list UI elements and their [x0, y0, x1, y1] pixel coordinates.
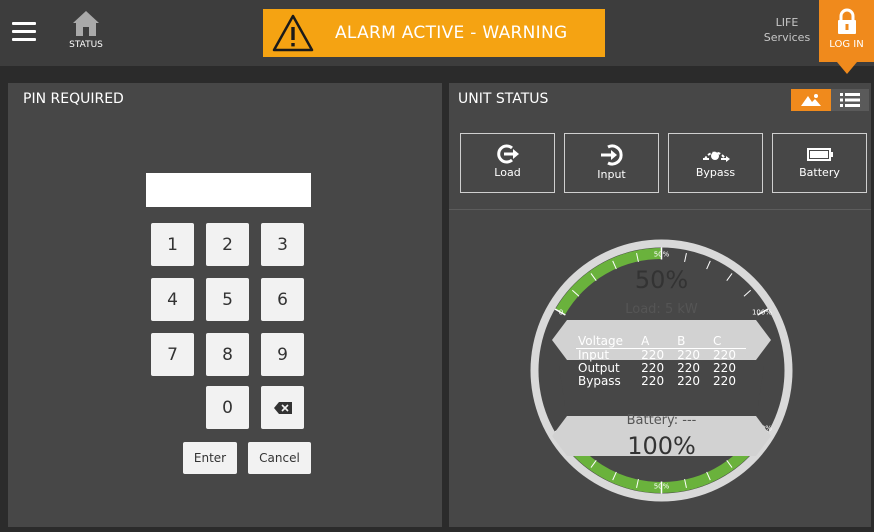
- panel-divider: [449, 209, 871, 210]
- bypass-a: 220: [641, 374, 665, 388]
- key-5[interactable]: 5: [206, 278, 249, 321]
- login-button[interactable]: LOG IN: [819, 0, 874, 74]
- table-row: Input 220 220 220: [576, 349, 746, 363]
- load-percent: 50%: [634, 266, 689, 294]
- backspace-button[interactable]: [261, 386, 304, 429]
- battery-button-label: Battery: [799, 166, 840, 179]
- battery-label: Battery: ---: [626, 413, 697, 428]
- input-button[interactable]: Input: [564, 133, 659, 193]
- pin-panel: PIN REQUIRED 1 2 3 4 5 6 7 8 9 0 Enter C…: [8, 83, 442, 527]
- services-label: Services: [763, 31, 811, 44]
- input-icon: [600, 144, 623, 166]
- key-9[interactable]: 9: [261, 333, 304, 376]
- phase-c-header: C: [710, 335, 746, 349]
- unit-status-title: UNIT STATUS: [458, 91, 549, 107]
- graphic-view-button[interactable]: [791, 89, 831, 111]
- home-icon: [73, 11, 99, 36]
- row-label-bypass: Bypass: [578, 374, 621, 388]
- input-b: 220: [677, 348, 701, 362]
- graphic-view-icon: [801, 94, 821, 106]
- input-a: 220: [641, 348, 665, 362]
- list-view-icon: [840, 93, 860, 107]
- key-7[interactable]: 7: [151, 333, 194, 376]
- battery-scale-label: 50%: [654, 483, 670, 491]
- voltage-header: Voltage: [576, 335, 639, 349]
- voltage-table-header: Voltage A B C: [576, 335, 746, 349]
- status-home-button[interactable]: STATUS: [60, 8, 112, 62]
- key-2[interactable]: 2: [206, 223, 249, 266]
- input-c: 220: [713, 348, 736, 362]
- key-4[interactable]: 4: [151, 278, 194, 321]
- battery-icon: [806, 148, 833, 161]
- load-button-label: Load: [494, 166, 521, 179]
- unit-status-panel: UNIT STATUS Load Input Bypass Battery 0 …: [449, 83, 871, 527]
- key-6[interactable]: 6: [261, 278, 304, 321]
- bypass-b: 220: [677, 374, 701, 388]
- status-label: STATUS: [69, 40, 103, 50]
- phase-b-header: B: [674, 335, 711, 349]
- alarm-text: ALARM ACTIVE - WARNING: [335, 23, 568, 43]
- load-scale-label: 50%: [654, 251, 670, 259]
- lock-icon: [837, 8, 856, 34]
- enter-button[interactable]: Enter: [183, 442, 237, 474]
- key-8[interactable]: 8: [206, 333, 249, 376]
- bypass-c: 220: [713, 374, 736, 388]
- key-0[interactable]: 0: [206, 386, 249, 429]
- battery-button[interactable]: Battery: [772, 133, 867, 193]
- phase-a-header: A: [638, 335, 675, 349]
- warning-icon: [272, 14, 314, 52]
- bypass-button-label: Bypass: [695, 166, 736, 179]
- input-button-label: Input: [597, 168, 626, 181]
- bypass-button[interactable]: Bypass: [668, 133, 763, 193]
- view-toggle: [791, 89, 869, 111]
- cancel-button[interactable]: Cancel: [248, 442, 311, 474]
- load-button[interactable]: Load: [460, 133, 555, 193]
- load-text: Load: 5 kW: [625, 302, 698, 317]
- pin-input[interactable]: [146, 173, 311, 207]
- top-bar: STATUS ALARM ACTIVE - WARNING LIFE Servi…: [0, 0, 874, 74]
- list-view-button[interactable]: [831, 89, 869, 111]
- table-row: Bypass 220 220 220: [576, 375, 746, 388]
- battery-percent: 100%: [627, 432, 696, 460]
- menu-icon[interactable]: [12, 22, 36, 42]
- bypass-icon: [702, 151, 730, 162]
- login-label: LOG IN: [829, 39, 864, 50]
- life-services-button[interactable]: LIFE Services: [758, 15, 816, 45]
- life-label: LIFE: [775, 16, 799, 29]
- alarm-banner[interactable]: ALARM ACTIVE - WARNING: [263, 9, 605, 57]
- row-label-input: Input: [578, 348, 610, 362]
- backspace-icon: [273, 401, 292, 414]
- voltage-table: Voltage A B C Input 220 220 220 Output 2…: [576, 335, 746, 388]
- pin-panel-title: PIN REQUIRED: [23, 91, 124, 107]
- key-1[interactable]: 1: [151, 223, 194, 266]
- key-3[interactable]: 3: [261, 223, 304, 266]
- load-output-icon: [496, 144, 519, 164]
